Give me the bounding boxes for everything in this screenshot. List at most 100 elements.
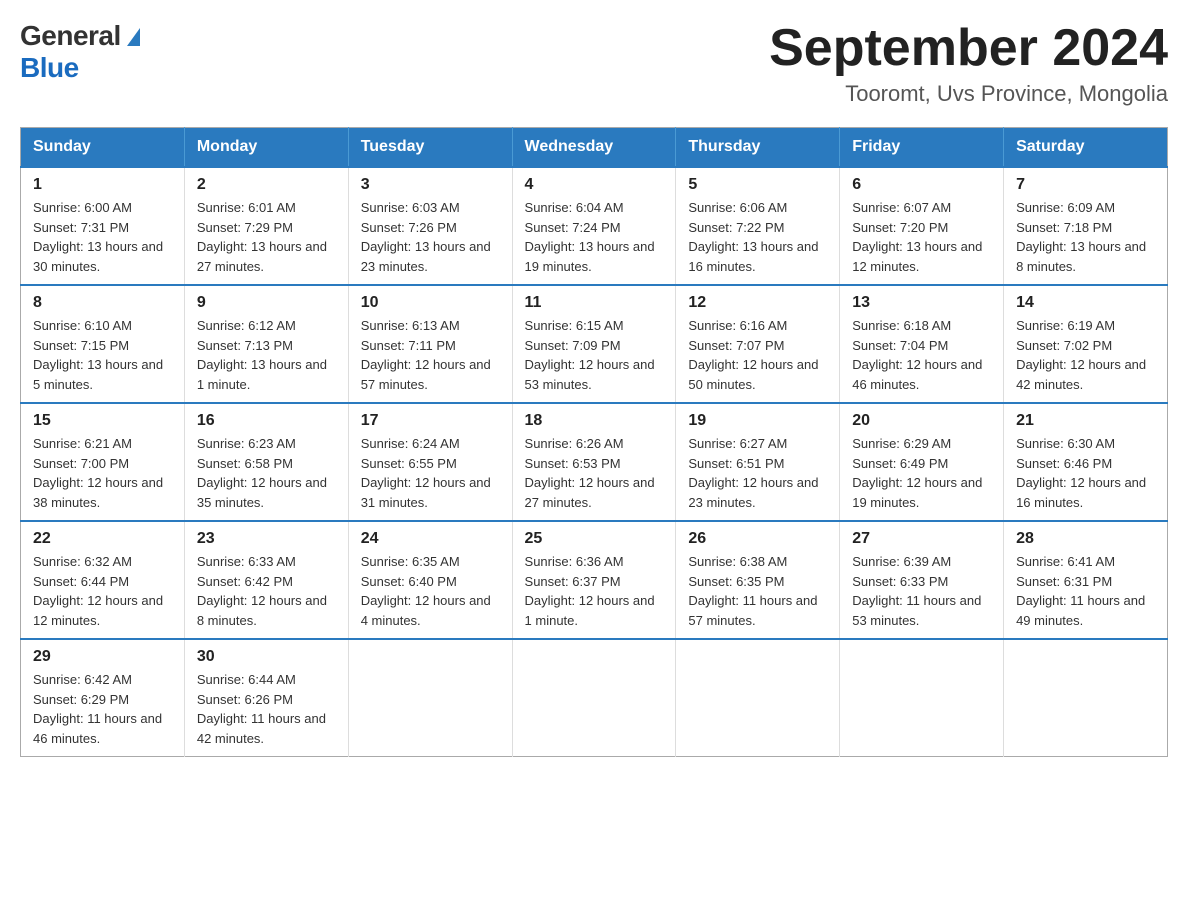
day-number: 19 — [688, 412, 827, 430]
col-monday: Monday — [184, 128, 348, 168]
table-row: 29 Sunrise: 6:42 AM Sunset: 6:29 PM Dayl… — [21, 639, 185, 757]
day-number: 24 — [361, 530, 500, 548]
day-number: 20 — [852, 412, 991, 430]
table-row: 15 Sunrise: 6:21 AM Sunset: 7:00 PM Dayl… — [21, 403, 185, 521]
month-title: September 2024 — [769, 20, 1168, 77]
day-number: 7 — [1016, 176, 1155, 194]
day-info: Sunrise: 6:24 AM Sunset: 6:55 PM Dayligh… — [361, 434, 500, 512]
day-number: 17 — [361, 412, 500, 430]
table-row: 23 Sunrise: 6:33 AM Sunset: 6:42 PM Dayl… — [184, 521, 348, 639]
day-info: Sunrise: 6:07 AM Sunset: 7:20 PM Dayligh… — [852, 198, 991, 276]
table-row: 2 Sunrise: 6:01 AM Sunset: 7:29 PM Dayli… — [184, 167, 348, 285]
day-info: Sunrise: 6:09 AM Sunset: 7:18 PM Dayligh… — [1016, 198, 1155, 276]
col-thursday: Thursday — [676, 128, 840, 168]
table-row: 16 Sunrise: 6:23 AM Sunset: 6:58 PM Dayl… — [184, 403, 348, 521]
day-info: Sunrise: 6:30 AM Sunset: 6:46 PM Dayligh… — [1016, 434, 1155, 512]
day-info: Sunrise: 6:13 AM Sunset: 7:11 PM Dayligh… — [361, 316, 500, 394]
day-info: Sunrise: 6:16 AM Sunset: 7:07 PM Dayligh… — [688, 316, 827, 394]
table-row — [348, 639, 512, 757]
table-row: 1 Sunrise: 6:00 AM Sunset: 7:31 PM Dayli… — [21, 167, 185, 285]
table-row: 12 Sunrise: 6:16 AM Sunset: 7:07 PM Dayl… — [676, 285, 840, 403]
calendar-table: Sunday Monday Tuesday Wednesday Thursday… — [20, 127, 1168, 757]
day-number: 12 — [688, 294, 827, 312]
day-number: 26 — [688, 530, 827, 548]
week-row-3: 15 Sunrise: 6:21 AM Sunset: 7:00 PM Dayl… — [21, 403, 1168, 521]
day-number: 16 — [197, 412, 336, 430]
table-row: 20 Sunrise: 6:29 AM Sunset: 6:49 PM Dayl… — [840, 403, 1004, 521]
table-row: 9 Sunrise: 6:12 AM Sunset: 7:13 PM Dayli… — [184, 285, 348, 403]
table-row: 22 Sunrise: 6:32 AM Sunset: 6:44 PM Dayl… — [21, 521, 185, 639]
table-row: 18 Sunrise: 6:26 AM Sunset: 6:53 PM Dayl… — [512, 403, 676, 521]
table-row: 8 Sunrise: 6:10 AM Sunset: 7:15 PM Dayli… — [21, 285, 185, 403]
day-info: Sunrise: 6:01 AM Sunset: 7:29 PM Dayligh… — [197, 198, 336, 276]
logo: General Blue — [20, 20, 140, 84]
col-tuesday: Tuesday — [348, 128, 512, 168]
day-number: 30 — [197, 648, 336, 666]
day-number: 22 — [33, 530, 172, 548]
table-row: 6 Sunrise: 6:07 AM Sunset: 7:20 PM Dayli… — [840, 167, 1004, 285]
week-row-1: 1 Sunrise: 6:00 AM Sunset: 7:31 PM Dayli… — [21, 167, 1168, 285]
day-info: Sunrise: 6:27 AM Sunset: 6:51 PM Dayligh… — [688, 434, 827, 512]
table-row — [676, 639, 840, 757]
day-number: 27 — [852, 530, 991, 548]
table-row: 27 Sunrise: 6:39 AM Sunset: 6:33 PM Dayl… — [840, 521, 1004, 639]
day-info: Sunrise: 6:39 AM Sunset: 6:33 PM Dayligh… — [852, 552, 991, 630]
table-row: 14 Sunrise: 6:19 AM Sunset: 7:02 PM Dayl… — [1004, 285, 1168, 403]
day-info: Sunrise: 6:00 AM Sunset: 7:31 PM Dayligh… — [33, 198, 172, 276]
day-number: 1 — [33, 176, 172, 194]
col-wednesday: Wednesday — [512, 128, 676, 168]
day-info: Sunrise: 6:21 AM Sunset: 7:00 PM Dayligh… — [33, 434, 172, 512]
day-info: Sunrise: 6:12 AM Sunset: 7:13 PM Dayligh… — [197, 316, 336, 394]
table-row: 10 Sunrise: 6:13 AM Sunset: 7:11 PM Dayl… — [348, 285, 512, 403]
table-row: 19 Sunrise: 6:27 AM Sunset: 6:51 PM Dayl… — [676, 403, 840, 521]
day-info: Sunrise: 6:38 AM Sunset: 6:35 PM Dayligh… — [688, 552, 827, 630]
day-number: 28 — [1016, 530, 1155, 548]
day-number: 18 — [525, 412, 664, 430]
title-section: September 2024 Tooromt, Uvs Province, Mo… — [769, 20, 1168, 107]
day-number: 6 — [852, 176, 991, 194]
day-info: Sunrise: 6:29 AM Sunset: 6:49 PM Dayligh… — [852, 434, 991, 512]
day-info: Sunrise: 6:23 AM Sunset: 6:58 PM Dayligh… — [197, 434, 336, 512]
table-row: 30 Sunrise: 6:44 AM Sunset: 6:26 PM Dayl… — [184, 639, 348, 757]
day-number: 21 — [1016, 412, 1155, 430]
table-row: 21 Sunrise: 6:30 AM Sunset: 6:46 PM Dayl… — [1004, 403, 1168, 521]
day-number: 5 — [688, 176, 827, 194]
day-info: Sunrise: 6:32 AM Sunset: 6:44 PM Dayligh… — [33, 552, 172, 630]
day-number: 14 — [1016, 294, 1155, 312]
day-number: 25 — [525, 530, 664, 548]
table-row: 17 Sunrise: 6:24 AM Sunset: 6:55 PM Dayl… — [348, 403, 512, 521]
week-row-5: 29 Sunrise: 6:42 AM Sunset: 6:29 PM Dayl… — [21, 639, 1168, 757]
day-number: 11 — [525, 294, 664, 312]
day-info: Sunrise: 6:35 AM Sunset: 6:40 PM Dayligh… — [361, 552, 500, 630]
day-info: Sunrise: 6:04 AM Sunset: 7:24 PM Dayligh… — [525, 198, 664, 276]
day-info: Sunrise: 6:18 AM Sunset: 7:04 PM Dayligh… — [852, 316, 991, 394]
col-friday: Friday — [840, 128, 1004, 168]
table-row: 28 Sunrise: 6:41 AM Sunset: 6:31 PM Dayl… — [1004, 521, 1168, 639]
location-text: Tooromt, Uvs Province, Mongolia — [769, 81, 1168, 107]
day-number: 10 — [361, 294, 500, 312]
table-row: 26 Sunrise: 6:38 AM Sunset: 6:35 PM Dayl… — [676, 521, 840, 639]
table-row — [840, 639, 1004, 757]
day-info: Sunrise: 6:15 AM Sunset: 7:09 PM Dayligh… — [525, 316, 664, 394]
week-row-2: 8 Sunrise: 6:10 AM Sunset: 7:15 PM Dayli… — [21, 285, 1168, 403]
table-row: 5 Sunrise: 6:06 AM Sunset: 7:22 PM Dayli… — [676, 167, 840, 285]
calendar-header-row: Sunday Monday Tuesday Wednesday Thursday… — [21, 128, 1168, 168]
table-row: 4 Sunrise: 6:04 AM Sunset: 7:24 PM Dayli… — [512, 167, 676, 285]
day-number: 3 — [361, 176, 500, 194]
day-number: 2 — [197, 176, 336, 194]
day-info: Sunrise: 6:10 AM Sunset: 7:15 PM Dayligh… — [33, 316, 172, 394]
logo-blue-text: Blue — [20, 52, 79, 84]
table-row: 7 Sunrise: 6:09 AM Sunset: 7:18 PM Dayli… — [1004, 167, 1168, 285]
table-row: 3 Sunrise: 6:03 AM Sunset: 7:26 PM Dayli… — [348, 167, 512, 285]
day-number: 15 — [33, 412, 172, 430]
col-saturday: Saturday — [1004, 128, 1168, 168]
day-number: 13 — [852, 294, 991, 312]
day-info: Sunrise: 6:44 AM Sunset: 6:26 PM Dayligh… — [197, 670, 336, 748]
col-sunday: Sunday — [21, 128, 185, 168]
day-number: 8 — [33, 294, 172, 312]
day-info: Sunrise: 6:26 AM Sunset: 6:53 PM Dayligh… — [525, 434, 664, 512]
day-info: Sunrise: 6:33 AM Sunset: 6:42 PM Dayligh… — [197, 552, 336, 630]
day-info: Sunrise: 6:41 AM Sunset: 6:31 PM Dayligh… — [1016, 552, 1155, 630]
table-row: 25 Sunrise: 6:36 AM Sunset: 6:37 PM Dayl… — [512, 521, 676, 639]
logo-general-text: General — [20, 20, 121, 52]
